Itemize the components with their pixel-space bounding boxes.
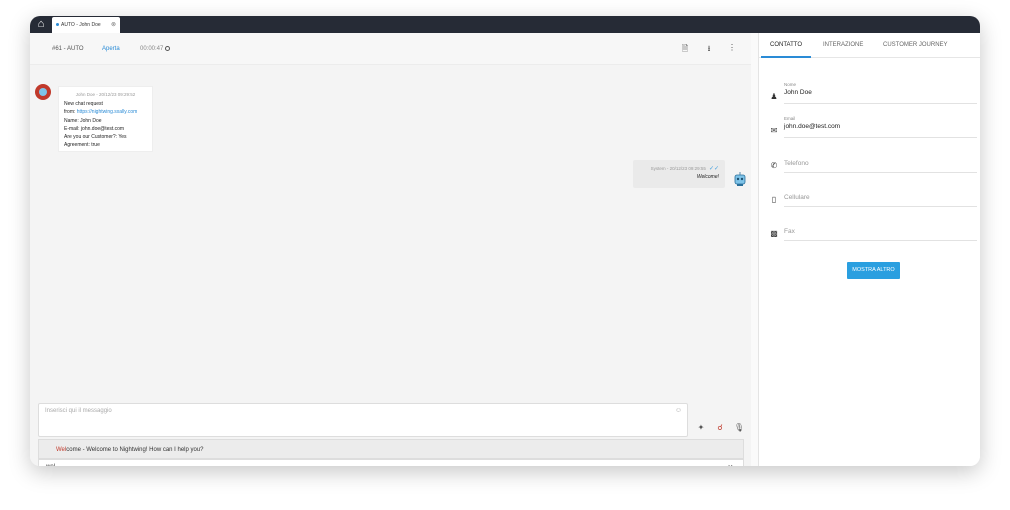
timer-icon: [165, 46, 171, 51]
shortcut-input-value: wel: [46, 464, 55, 466]
phone-placeholder: Telefono: [784, 160, 809, 167]
document-icon[interactable]: 🗎: [680, 43, 690, 57]
emoji-icon[interactable]: ☺: [675, 407, 682, 414]
magic-wand-icon[interactable]: ✦: [696, 423, 706, 432]
sidebar-tabs: CONTATTO INTERAZIONE CUSTOMER JOURNEY: [759, 33, 980, 58]
timer-value: 00:00:47: [140, 46, 164, 52]
contact-sidebar: CONTATTO INTERAZIONE CUSTOMER JOURNEY ♟ …: [758, 33, 980, 466]
ticket-id: #61 - AUTO: [52, 46, 84, 52]
chat-header: #61 - AUTO Aperta 00:00:47 🗎 ⭳ ⋮: [30, 33, 751, 65]
clear-icon[interactable]: ×: [728, 460, 733, 466]
more-options-icon[interactable]: ⋮: [727, 43, 737, 52]
attachment-icon[interactable]: ☌: [715, 423, 725, 432]
top-bar: ⌂ AUTO - John Doe ⊗: [30, 16, 980, 33]
close-tab-icon[interactable]: ⊗: [111, 17, 116, 33]
message-meta-text: System - 20/12/23 09:29:55: [650, 166, 706, 171]
incoming-message: John Doe - 20/12/23 09:29:52 New chat re…: [58, 86, 153, 152]
outgoing-message: System - 20/12/23 09:29:55 ✓✓ Welcome!: [633, 160, 725, 188]
shortcut-input[interactable]: wel ×: [38, 459, 744, 466]
customer-avatar: [35, 84, 51, 100]
chat-timer: 00:00:47: [140, 46, 171, 52]
message-line: E-mail: john.doe@test.com: [64, 125, 125, 132]
message-line: Agreement: true: [64, 142, 100, 149]
field-underline: [784, 206, 977, 207]
show-more-button[interactable]: MOSTRA ALTRO: [847, 262, 900, 279]
message-line: from: https://nightwing.sxally.com: [64, 108, 147, 116]
read-check-icon: ✓✓: [708, 166, 719, 172]
app-window: ⌂ AUTO - John Doe ⊗ #61 - AUTO Aperta 00…: [30, 16, 980, 466]
mobile-icon: ▯: [771, 195, 777, 204]
tab-label: AUTO - John Doe: [61, 22, 101, 28]
name-value: John Doe: [784, 89, 812, 96]
message-meta: System - 20/12/23 09:29:55 ✓✓: [639, 165, 719, 172]
ticket-status: Aperta: [102, 46, 120, 52]
fax-placeholder: Fax: [784, 228, 795, 235]
tab-contatto[interactable]: CONTATTO: [761, 42, 811, 58]
from-link[interactable]: https://nightwing.sxally.com: [77, 109, 138, 115]
person-icon: ♟: [770, 92, 778, 101]
suggestion-match: Wel: [56, 447, 67, 453]
chat-panel: #61 - AUTO Aperta 00:00:47 🗎 ⭳ ⋮ John Do…: [30, 33, 751, 466]
field-underline: [784, 137, 977, 138]
email-value: john.doe@test.com: [784, 123, 841, 130]
field-underline: [784, 172, 977, 173]
message-line: New chat request: [64, 101, 103, 108]
name-label: Nome: [784, 82, 797, 87]
fax-icon: ▩: [770, 229, 778, 238]
bot-avatar-icon: [734, 172, 746, 186]
suggestion-text: come - Welcome to Nightwing! How can I h…: [66, 447, 204, 453]
microphone-icon[interactable]: 🎙: [734, 423, 744, 432]
from-label: from:: [64, 109, 76, 116]
email-label: Email: [784, 116, 796, 121]
field-underline: [784, 103, 977, 104]
field-underline: [784, 240, 977, 241]
phone-icon: ✆: [770, 161, 778, 170]
mobile-placeholder: Cellulare: [784, 194, 810, 201]
home-icon[interactable]: ⌂: [34, 18, 48, 31]
mail-icon: ✉: [770, 126, 778, 135]
tab-conversation[interactable]: AUTO - John Doe ⊗: [52, 17, 120, 33]
tab-interazione[interactable]: INTERAZIONE: [823, 42, 863, 48]
composer-placeholder: Inserisci qui il messaggio: [45, 408, 112, 414]
canned-response-suggestion[interactable]: Welcome - Welcome to Nightwing! How can …: [38, 439, 744, 459]
message-line: Name: John Doe: [64, 117, 102, 124]
chat-dot-icon: [56, 23, 59, 27]
message-text: Welcome!: [696, 174, 719, 180]
tab-customer-journey[interactable]: CUSTOMER JOURNEY: [883, 42, 948, 48]
message-meta: John Doe - 20/12/23 09:29:52: [75, 92, 136, 97]
download-icon[interactable]: ⭳: [704, 43, 714, 57]
message-composer[interactable]: Inserisci qui il messaggio ☺: [38, 403, 688, 437]
message-line: Are you our Customer?: Yes: [64, 134, 127, 141]
